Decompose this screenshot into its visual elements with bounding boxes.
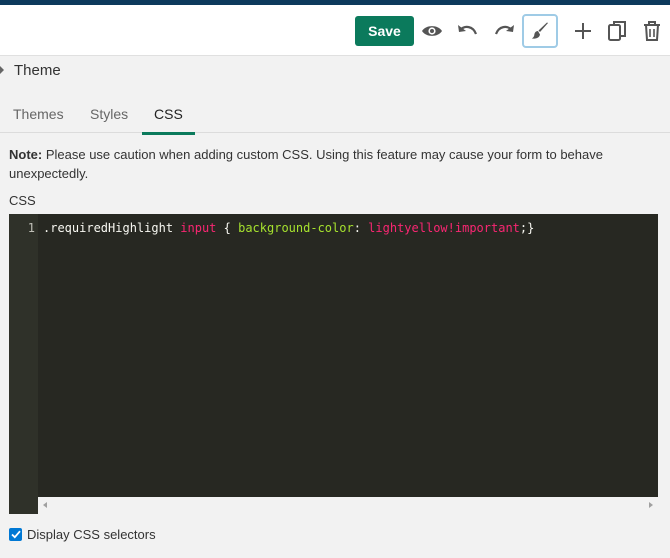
tab-bar: Themes Styles CSS <box>0 102 670 135</box>
tab-css[interactable]: CSS <box>142 106 195 135</box>
display-css-selectors-label: Display CSS selectors <box>27 526 156 542</box>
token-colon: : <box>353 221 361 235</box>
line-number: 1 <box>27 221 35 235</box>
horizontal-scrollbar[interactable] <box>38 497 658 514</box>
token-brace-open: { <box>223 221 231 235</box>
scroll-left-icon[interactable] <box>43 502 47 508</box>
redo-icon[interactable] <box>488 15 520 47</box>
css-code-editor[interactable]: 1 .requiredHighlight input { background-… <box>9 214 658 514</box>
caution-note: Note: Please use caution when adding cus… <box>9 145 659 183</box>
plus-icon[interactable] <box>567 15 599 47</box>
note-text: Please use caution when adding custom CS… <box>9 147 603 181</box>
trash-icon[interactable] <box>636 15 668 47</box>
editor-gutter: 1 <box>9 214 38 514</box>
tab-themes[interactable]: Themes <box>13 106 64 132</box>
eye-icon[interactable] <box>416 15 448 47</box>
token-end: ;} <box>519 221 535 235</box>
checkmark-icon <box>10 530 21 539</box>
display-css-selectors-checkbox[interactable] <box>9 527 22 541</box>
token-selector: .requiredHighlight <box>43 221 174 235</box>
panel-title: Theme <box>14 62 61 79</box>
scroll-right-icon[interactable] <box>649 502 653 508</box>
toolbar: Save <box>0 5 670 56</box>
token-tag: input <box>180 221 217 235</box>
note-prefix: Note: <box>9 147 43 162</box>
token-value: lightyellow!important <box>368 221 520 235</box>
tab-styles[interactable]: Styles <box>90 106 128 132</box>
paintbrush-icon[interactable] <box>522 14 558 48</box>
token-property: background-color <box>238 221 354 235</box>
css-field-label: CSS <box>9 193 36 208</box>
code-line[interactable]: .requiredHighlight input { background-co… <box>43 221 534 235</box>
caret-right-icon[interactable] <box>0 66 4 74</box>
theme-panel-header[interactable]: Theme <box>0 58 670 84</box>
display-css-selectors-option[interactable]: Display CSS selectors <box>9 525 156 543</box>
undo-icon[interactable] <box>452 15 484 47</box>
copy-icon[interactable] <box>601 15 633 47</box>
save-button[interactable]: Save <box>355 16 414 46</box>
